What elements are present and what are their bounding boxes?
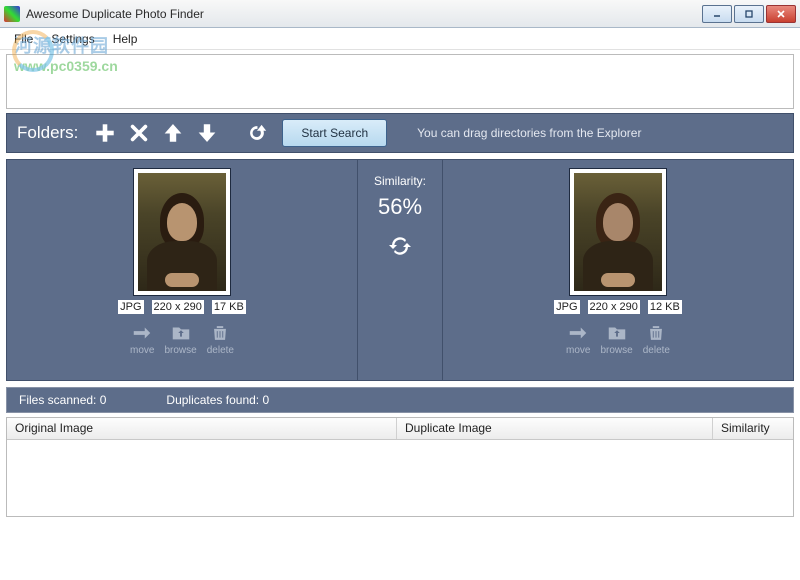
status-bar: Files scanned: 0 Duplicates found: 0 — [6, 387, 794, 413]
menu-file[interactable]: File — [6, 30, 41, 48]
right-image-meta: JPG 220 x 290 12 KB — [554, 300, 682, 314]
trash-icon — [208, 322, 232, 344]
folder-list[interactable] — [6, 54, 794, 109]
minimize-button[interactable] — [702, 5, 732, 23]
col-similarity[interactable]: Similarity — [713, 418, 793, 439]
left-dimensions: 220 x 290 — [152, 300, 204, 314]
remove-folder-button[interactable] — [124, 118, 154, 148]
close-button[interactable] — [766, 5, 796, 23]
left-image-panel: JPG 220 x 290 17 KB move browse delete — [6, 159, 358, 381]
app-icon — [4, 6, 20, 22]
swap-button[interactable] — [388, 234, 412, 261]
left-move-button[interactable]: move — [130, 322, 154, 356]
arrow-right-icon — [566, 322, 590, 344]
menu-help[interactable]: Help — [105, 30, 146, 48]
left-format: JPG — [118, 300, 143, 314]
col-original[interactable]: Original Image — [7, 418, 397, 439]
menu-settings[interactable]: Settings — [43, 30, 102, 48]
results-header: Original Image Duplicate Image Similarit… — [7, 418, 793, 440]
left-size: 17 KB — [212, 300, 246, 314]
right-format: JPG — [554, 300, 579, 314]
duplicates-found: Duplicates found: 0 — [166, 393, 269, 407]
right-browse-button[interactable]: browse — [600, 322, 632, 356]
similarity-panel: Similarity: 56% — [358, 159, 442, 381]
move-down-button[interactable] — [192, 118, 222, 148]
start-search-button[interactable]: Start Search — [282, 119, 387, 147]
toolbar-hint: You can drag directories from the Explor… — [417, 126, 641, 140]
similarity-value: 56% — [378, 194, 422, 220]
menu-bar: File Settings Help — [0, 28, 800, 50]
window-titlebar: Awesome Duplicate Photo Finder — [0, 0, 800, 28]
folders-toolbar: Folders: Start Search You can drag direc… — [6, 113, 794, 153]
window-title: Awesome Duplicate Photo Finder — [26, 7, 702, 21]
left-browse-button[interactable]: browse — [164, 322, 196, 356]
right-delete-button[interactable]: delete — [643, 322, 670, 356]
left-image-meta: JPG 220 x 290 17 KB — [118, 300, 246, 314]
left-delete-button[interactable]: delete — [207, 322, 234, 356]
reload-button[interactable] — [242, 118, 272, 148]
folder-up-icon — [605, 322, 629, 344]
right-move-button[interactable]: move — [566, 322, 590, 356]
trash-icon — [644, 322, 668, 344]
right-image-panel: JPG 220 x 290 12 KB move browse delete — [442, 159, 794, 381]
add-folder-button[interactable] — [90, 118, 120, 148]
results-table: Original Image Duplicate Image Similarit… — [6, 417, 794, 517]
comparison-pane: JPG 220 x 290 17 KB move browse delete S… — [6, 159, 794, 381]
files-scanned: Files scanned: 0 — [19, 393, 106, 407]
maximize-button[interactable] — [734, 5, 764, 23]
results-body[interactable] — [7, 440, 793, 516]
right-dimensions: 220 x 290 — [588, 300, 640, 314]
move-up-button[interactable] — [158, 118, 188, 148]
folders-label: Folders: — [17, 123, 78, 143]
similarity-label: Similarity: — [374, 174, 426, 188]
swap-icon — [388, 234, 412, 258]
left-thumbnail[interactable] — [133, 168, 231, 296]
right-thumbnail[interactable] — [569, 168, 667, 296]
arrow-right-icon — [130, 322, 154, 344]
right-size: 12 KB — [648, 300, 682, 314]
col-duplicate[interactable]: Duplicate Image — [397, 418, 713, 439]
folder-up-icon — [169, 322, 193, 344]
